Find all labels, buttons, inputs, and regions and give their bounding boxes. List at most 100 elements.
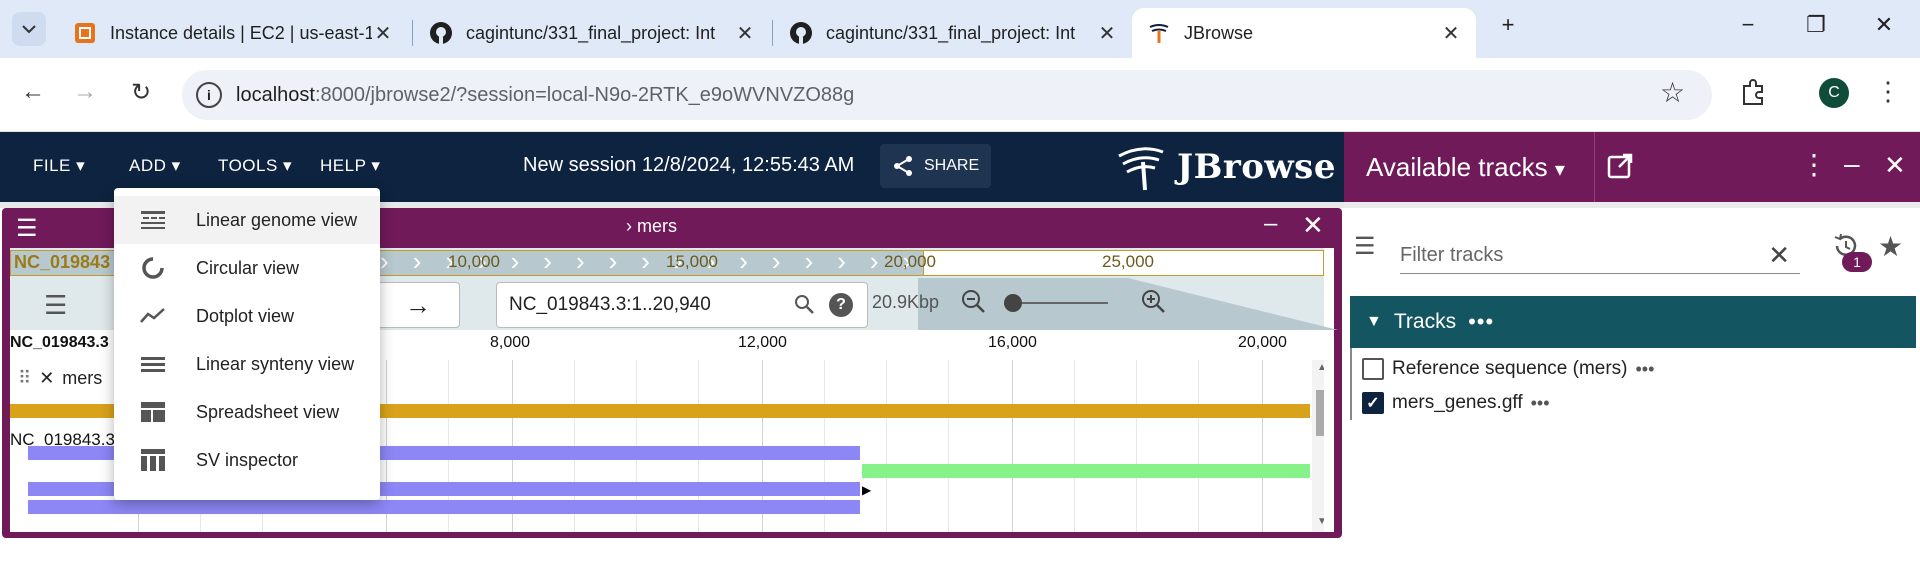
tab-title: JBrowse [1184,22,1254,43]
tab-github-1[interactable]: cagintunc/331_final_project: Int ✕ [414,8,770,58]
drawer-menu-icon[interactable]: ⋮ [1800,148,1828,181]
view-menu-icon[interactable]: ☰ [16,214,38,243]
track-checkbox[interactable]: ✓ [1362,392,1384,414]
github-icon [428,20,454,46]
tracks-category-header[interactable]: ▼ Tracks ••• [1350,296,1916,348]
gene-feature[interactable] [862,464,1310,478]
close-icon[interactable]: ✕ [372,21,394,46]
grid-line [1074,360,1075,532]
view-title[interactable]: › mers [626,216,677,237]
tab-title: cagintunc/331_final_project: Int [826,22,1076,43]
scroll-up-icon[interactable]: ▲ [1317,362,1324,373]
scrollbar-thumb[interactable] [1316,390,1324,436]
track-menu-icon[interactable]: ••• [1531,393,1550,414]
sv-inspector-icon [140,447,166,473]
filter-tracks-input[interactable]: Filter tracks ✕ [1400,230,1800,274]
menu-item-circular-view[interactable]: Circular view [114,244,380,292]
drag-handle-icon[interactable]: ⠿ [18,368,31,389]
session-name[interactable]: New session 12/8/2024, 12:55:43 AM [523,154,854,177]
track-label[interactable]: ⠿ ✕ mers [18,368,103,389]
track-row-mers-genes[interactable]: ✓ mers_genes.gff ••• [1362,388,1550,418]
restore-window-button[interactable]: ❐ [1796,12,1836,38]
drawer-header: Available tracks ▾ ⋮ – ✕ [1344,132,1920,202]
category-menu-icon[interactable]: ••• [1468,309,1494,335]
menu-item-spreadsheet-view[interactable]: Spreadsheet view [114,388,380,436]
close-track-icon[interactable]: ✕ [39,368,54,389]
zoom-slider-thumb[interactable] [1004,294,1022,312]
tab-separator [412,20,413,46]
track-checkbox[interactable] [1362,358,1384,380]
help-menu-button[interactable]: HELP ▾ [320,156,380,176]
overview-tick-label: 15,000 [666,252,718,271]
new-tab-button[interactable]: + [1488,12,1528,38]
close-icon[interactable]: ✕ [1440,21,1462,46]
minimize-view-icon[interactable]: – [1264,210,1277,238]
tab-ec2[interactable]: Instance details | EC2 | us-east-1 ✕ [58,8,408,58]
forward-icon[interactable]: → [68,78,102,106]
zoom-out-icon[interactable] [960,288,986,321]
site-info-icon[interactable]: i [196,82,222,108]
menu-item-label: Circular view [196,257,300,278]
grid-line [886,360,887,532]
collapse-caret-icon: ▼ [1366,313,1382,330]
close-icon[interactable]: ✕ [734,21,756,46]
drawer-title[interactable]: Available tracks ▾ [1366,152,1565,183]
minimize-drawer-icon[interactable]: – [1844,148,1860,180]
close-drawer-icon[interactable]: ✕ [1884,150,1906,181]
open-external-icon[interactable] [1606,152,1634,185]
grid-line [948,360,949,532]
zoom-slider-track[interactable] [1008,302,1108,304]
linear-genome-icon [140,207,166,233]
tab-jbrowse[interactable]: JBrowse ✕ [1132,8,1476,58]
scroll-down-icon[interactable]: ▼ [1317,516,1324,527]
history-badge: 1 [1842,252,1872,272]
file-menu-button[interactable]: FILE ▾ [33,156,85,176]
back-icon[interactable]: ← [16,78,50,106]
extensions-icon[interactable] [1738,78,1768,113]
jbrowse-logo-icon [1118,147,1164,191]
ruler-ref-name: NC_019843.3 [10,334,109,351]
view-title-text: mers [637,216,677,236]
close-icon[interactable]: ✕ [1096,21,1118,46]
track-row-reference-sequence[interactable]: Reference sequence (mers) ••• [1362,354,1654,384]
track-scrollbar[interactable]: ▲ ▼ [1312,360,1324,532]
tools-menu-button[interactable]: TOOLS ▾ [218,156,292,176]
grid-line [1012,360,1013,532]
menu-item-label: Spreadsheet view [196,401,340,422]
menu-item-linear-genome-view[interactable]: Linear genome view [114,196,380,244]
url-bar[interactable]: i localhost:8000/jbrowse2/?session=local… [182,70,1712,120]
gene-feature[interactable] [28,500,860,514]
tab-github-2[interactable]: cagintunc/331_final_project: Int ✕ [774,8,1132,58]
go-button[interactable]: → [376,282,460,328]
search-icon[interactable] [793,293,815,315]
add-menu-button[interactable]: ADD ▾ [129,156,181,176]
track-selector-menu-icon[interactable]: ☰ [1354,232,1376,261]
history-icon[interactable]: 1 [1832,232,1872,272]
location-search-input[interactable]: NC_019843.3:1..20,940 ? [496,282,868,328]
url-host: localhost [236,83,315,106]
track-selector-icon[interactable]: ☰ [44,290,67,321]
close-view-icon[interactable]: ✕ [1302,210,1324,241]
zoom-in-icon[interactable] [1140,288,1166,321]
minimize-window-button[interactable]: − [1728,12,1768,38]
close-window-button[interactable]: ✕ [1864,12,1904,38]
drawer-divider [1594,132,1595,202]
github-icon [788,20,814,46]
favorites-star-icon[interactable]: ★ [1878,230,1903,263]
reload-icon[interactable]: ↻ [124,78,158,107]
profile-avatar[interactable]: C [1819,78,1849,108]
menu-item-sv-inspector[interactable]: SV inspector [114,436,380,484]
track-menu-icon[interactable]: ••• [1636,359,1655,380]
tab-separator [772,20,773,46]
help-icon[interactable]: ? [829,293,853,317]
menu-item-dotplot-view[interactable]: Dotplot view [114,292,380,340]
menu-item-linear-synteny-view[interactable]: Linear synteny view [114,340,380,388]
share-button[interactable]: SHARE [880,144,992,188]
browser-menu-icon[interactable]: ⋮ [1875,76,1901,107]
url-path: :8000/jbrowse2/?session=local-N9o-2RTK_e… [314,83,855,106]
ruler-tick-label: 8,000 [490,334,531,351]
spreadsheet-icon [140,399,166,425]
bookmark-star-icon[interactable]: ☆ [1660,76,1685,109]
tab-search-button[interactable] [12,12,46,46]
clear-filter-icon[interactable]: ✕ [1768,240,1790,271]
